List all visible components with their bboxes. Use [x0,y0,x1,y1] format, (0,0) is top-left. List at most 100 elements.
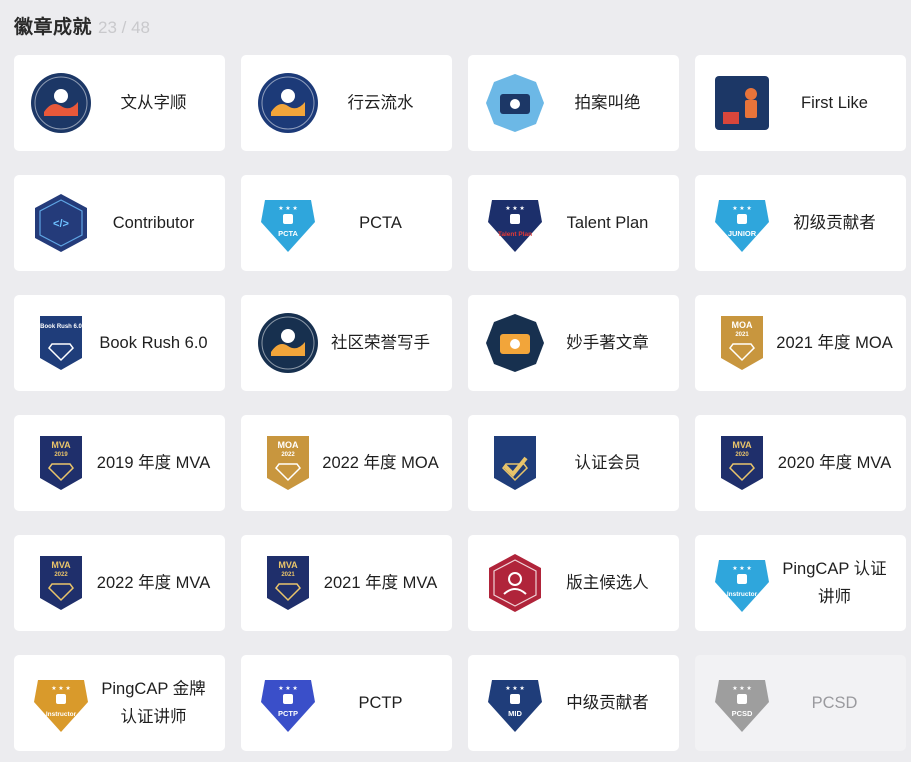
svg-text:PCTA: PCTA [278,229,298,238]
hexagon-moderator-badge-icon [484,552,546,614]
badge-card[interactable]: ★ ★ ★ JUNIOR 初级贡献者 [695,175,906,271]
badge-card[interactable]: </> Contributor [14,175,225,271]
svg-text:MVA: MVA [51,440,71,450]
badge-name: PCTA [359,214,402,232]
badge-card[interactable]: ★ ★ ★ PCTA PCTA [241,175,452,271]
diamond-thumbs-up-badge-icon [484,312,546,374]
svg-text:Book Rush 6.0: Book Rush 6.0 [40,324,82,330]
badge-card[interactable]: MVA 2019 2019 年度 MVA [14,415,225,511]
svg-text:2019: 2019 [54,452,68,458]
pennant-mva-2021-badge-icon: MVA 2021 [257,552,319,614]
badge-name: 2022 年度 MOA [322,454,439,472]
badge-name: 文从字顺 [120,94,187,112]
badge-name: PCTP [358,694,403,712]
badge-card[interactable]: ★ ★ ★ Talent Plan Talent Plan [468,175,679,271]
svg-text:★ ★ ★: ★ ★ ★ [505,205,524,212]
badge-name: 中级贡献者 [566,694,649,712]
badge-card[interactable]: 妙手著文章 [468,295,679,391]
badge-card[interactable]: 版主候选人 [468,535,679,631]
badge-card[interactable]: MVA 2020 2020 年度 MVA [695,415,906,511]
shield-pcsd-badge-icon: ★ ★ ★ PCSD [711,672,773,734]
badge-card[interactable]: 社区荣誉写手 [241,295,452,391]
badge-name: Book Rush 6.0 [99,334,208,352]
svg-text:MID: MID [508,709,522,718]
svg-text:★ ★ ★: ★ ★ ★ [505,685,524,692]
shield-pctp-badge-icon: ★ ★ ★ PCTP [257,672,319,734]
badge-card[interactable]: 文从字顺 [14,55,225,151]
square-first-like-badge-icon [711,72,773,134]
pennant-mva-2019-badge-icon: MVA 2019 [30,432,92,494]
pennant-mva-2022-badge-icon: MVA 2022 [30,552,92,614]
hexagon-code-badge-icon: </> [30,192,92,254]
badge-name: 拍案叫绝 [574,94,641,112]
svg-text:★ ★ ★: ★ ★ ★ [732,205,751,212]
badge-name: 行云流水 [347,94,414,112]
badge-card[interactable]: MOA 2022 2022 年度 MOA [241,415,452,511]
shield-instructor-badge-icon: ★ ★ ★ Instructor [711,552,773,614]
badge-card[interactable]: Book Rush 6.0 Book Rush 6.0 [14,295,225,391]
svg-text:2022: 2022 [54,572,68,578]
circle-writer-badge-icon [30,72,92,134]
badge-card[interactable]: ★ ★ ★ Instructor PingCAP 认证讲师 [695,535,906,631]
shield-talent-plan-badge-icon: ★ ★ ★ Talent Plan [484,192,546,254]
badge-card[interactable]: MOA 2021 2021 年度 MOA [695,295,906,391]
svg-text:PCTP: PCTP [278,709,298,718]
shield-gold-instructor-badge-icon: ★ ★ ★ Instructor [30,672,92,734]
pennant-book-rush-badge-icon: Book Rush 6.0 [30,312,92,374]
badge-card[interactable]: 认证会员 [468,415,679,511]
shield-pcta-badge-icon: ★ ★ ★ PCTA [257,192,319,254]
svg-text:MVA: MVA [732,440,752,450]
badge-name: 2020 年度 MVA [777,454,892,472]
badge-name: PingCAP 认证讲师 [782,560,887,606]
badge-card[interactable]: 行云流水 [241,55,452,151]
badge-name: First Like [801,94,868,112]
svg-text:MVA: MVA [51,560,71,570]
badge-name: 社区荣誉写手 [331,334,430,352]
badge-name: Talent Plan [566,214,649,232]
pennant-moa-2022-badge-icon: MOA 2022 [257,432,319,494]
circle-wave-badge-icon [257,72,319,134]
svg-text:MVA: MVA [278,560,298,570]
pennant-certified-member-badge-icon [484,432,546,494]
badge-name: 初级贡献者 [793,214,876,232]
badge-card[interactable]: 拍案叫绝 [468,55,679,151]
shield-junior-badge-icon: ★ ★ ★ JUNIOR [711,192,773,254]
badge-name: 认证会员 [574,454,641,472]
section-title: 徽章成就 [14,17,93,38]
badge-name: 版主候选人 [566,574,649,592]
pennant-moa-2021-badge-icon: MOA 2021 [711,312,773,374]
badge-card[interactable]: ★ ★ ★ MID 中级贡献者 [468,655,679,751]
badge-name: Contributor [112,214,195,232]
badge-card[interactable]: MVA 2022 2022 年度 MVA [14,535,225,631]
svg-text:★ ★ ★: ★ ★ ★ [278,205,297,212]
svg-text:★ ★ ★: ★ ★ ★ [732,565,751,572]
badge-card[interactable]: ★ ★ ★ PCSD PCSD [695,655,906,751]
circle-honor-writer-badge-icon [257,312,319,374]
badge-card[interactable]: MVA 2021 2021 年度 MVA [241,535,452,631]
svg-text:</>: </> [53,218,69,230]
badge-card[interactable]: ★ ★ ★ PCTP PCTP [241,655,452,751]
svg-text:JUNIOR: JUNIOR [728,229,757,238]
svg-text:PCSD: PCSD [732,709,753,718]
svg-text:Talent Plan: Talent Plan [498,231,532,238]
shield-mid-badge-icon: ★ ★ ★ MID [484,672,546,734]
svg-text:2020: 2020 [735,452,749,458]
badge-name: 2019 年度 MVA [96,454,211,472]
svg-text:2022: 2022 [281,452,295,458]
badge-name: 2022 年度 MVA [96,574,211,592]
svg-text:★ ★ ★: ★ ★ ★ [278,685,297,692]
badge-section-header: 徽章成就 23 / 48 [14,12,150,40]
badge-name: PCSD [811,694,858,712]
badge-count: 23 / 48 [98,18,151,37]
badge-name: 2021 年度 MVA [323,574,438,592]
svg-text:2021: 2021 [735,332,749,338]
svg-text:MOA: MOA [278,440,299,450]
svg-text:MOA: MOA [732,320,753,330]
svg-text:Instructor: Instructor [46,711,77,718]
badge-card[interactable]: ★ ★ ★ Instructor PingCAP 金牌认证讲师 [14,655,225,751]
badge-name: 妙手著文章 [566,334,649,352]
svg-text:★ ★ ★: ★ ★ ★ [732,685,751,692]
pennant-mva-2020-badge-icon: MVA 2020 [711,432,773,494]
svg-text:★ ★ ★: ★ ★ ★ [51,685,70,692]
badge-card[interactable]: First Like [695,55,906,151]
